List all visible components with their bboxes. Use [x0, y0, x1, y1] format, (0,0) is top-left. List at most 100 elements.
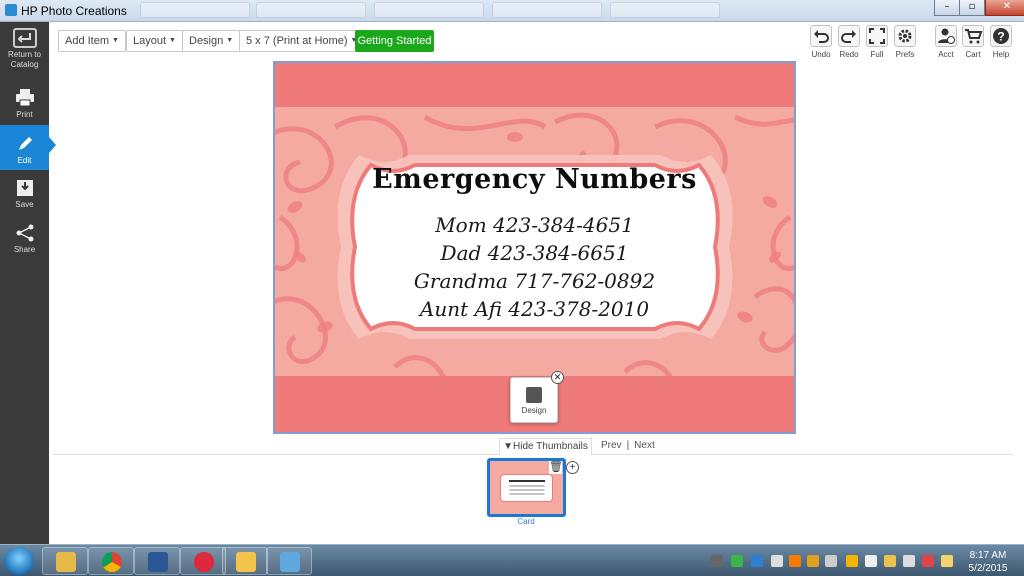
tray-icon[interactable]: [807, 555, 819, 567]
tray-icon[interactable]: [825, 555, 837, 567]
taskbar: 8:17 AM 5/2/2015: [0, 544, 1024, 576]
pencil-icon: [18, 137, 32, 150]
account-icon: [935, 25, 957, 47]
chevron-down-icon: ▼: [169, 37, 176, 45]
start-button[interactable]: [4, 547, 34, 575]
tray-icon[interactable]: [751, 555, 763, 567]
sidebar-item-label: Edit: [17, 156, 32, 165]
design-popup[interactable]: Design ✕: [510, 371, 564, 423]
layout-dropdown[interactable]: Layout ▼: [126, 30, 183, 52]
fullscreen-label: Full: [870, 50, 884, 59]
thumbnail-preview: [500, 474, 553, 502]
pager-separator: |: [626, 440, 630, 451]
app-icon: [5, 4, 17, 16]
background-tab[interactable]: [610, 2, 720, 18]
sidebar-item-edit[interactable]: Edit: [0, 125, 56, 170]
contact-line: Grandma 717-762-0892: [413, 269, 656, 293]
taskbar-itunes[interactable]: [180, 547, 226, 575]
background-tab[interactable]: [374, 2, 484, 18]
fullscreen-button[interactable]: Full: [864, 25, 890, 59]
sidebar-item-print[interactable]: Print: [0, 84, 49, 124]
prefs-label: Prefs: [895, 50, 915, 59]
mail-icon: [236, 552, 256, 572]
trash-icon[interactable]: 🗑: [549, 461, 563, 474]
taskbar-mail[interactable]: [222, 547, 268, 575]
prefs-button[interactable]: Prefs: [892, 25, 918, 59]
background-tab[interactable]: [140, 2, 250, 18]
pager: Prev | Next: [601, 440, 655, 451]
chevron-down-icon: ▼: [226, 37, 234, 45]
sidebar-item-label: Return to: [8, 50, 41, 59]
tray-icon[interactable]: [884, 555, 896, 567]
close-icon[interactable]: ✕: [551, 371, 564, 384]
sidebar-item-return-to-catalog[interactable]: Return to Catalog: [0, 28, 49, 78]
hide-thumbnails-tab[interactable]: ▼Hide Thumbnails: [499, 438, 592, 455]
help-label: Help: [992, 50, 1010, 59]
redo-icon: [838, 25, 860, 47]
tray-icon[interactable]: [846, 555, 858, 567]
return-icon: [12, 28, 37, 48]
redo-button[interactable]: Redo: [836, 25, 862, 59]
undo-icon: [810, 25, 832, 47]
background-tab[interactable]: [256, 2, 366, 18]
taskbar-chrome[interactable]: [88, 547, 134, 575]
taskbar-photo[interactable]: [266, 547, 312, 575]
printer-icon[interactable]: [903, 555, 915, 567]
thumbnail-label: Card: [517, 517, 535, 526]
gear-icon: [894, 25, 916, 47]
sidebar-item-label: Share: [13, 245, 36, 254]
prev-link[interactable]: Prev: [601, 440, 622, 451]
next-link[interactable]: Next: [634, 440, 655, 451]
sidebar-item-label: Save: [15, 200, 34, 209]
clock-date: 5/2/2015: [968, 563, 1008, 574]
tray-icon[interactable]: [711, 555, 723, 567]
account-label: Acct: [938, 50, 954, 59]
close-button[interactable]: ✕: [985, 0, 1024, 16]
tray-icon[interactable]: [789, 555, 801, 567]
cart-button[interactable]: Cart: [960, 25, 986, 59]
cart-label: Cart: [965, 50, 981, 59]
app-window: HP Photo Creations – ▫ ✕ Return to Catal…: [0, 0, 1024, 576]
sidebar: Return to Catalog Print Edit Save Share: [0, 22, 56, 544]
tray-icon[interactable]: [771, 555, 783, 567]
svg-text:?: ?: [997, 30, 1004, 44]
dice-icon: [526, 387, 542, 403]
design-dropdown[interactable]: Design ▼: [182, 30, 241, 52]
add-page-icon[interactable]: +: [566, 461, 579, 474]
maximize-button[interactable]: ▫: [959, 0, 985, 16]
sidebar-item-label: Catalog: [10, 60, 39, 69]
add-item-label: Add Item: [65, 35, 110, 47]
size-label: 5 x 7 (Print at Home): [246, 35, 348, 47]
design-popup-label: Design: [521, 406, 547, 415]
word-icon: [148, 552, 168, 572]
undo-button[interactable]: Undo: [808, 25, 834, 59]
undo-label: Undo: [811, 50, 831, 59]
design-label: Design: [189, 35, 224, 47]
cart-icon: [962, 25, 984, 47]
getting-started-button[interactable]: Getting Started: [355, 30, 434, 52]
taskbar-explorer[interactable]: [42, 547, 88, 575]
account-button[interactable]: Acct: [933, 25, 959, 59]
background-tab[interactable]: [492, 2, 602, 18]
tray-icon[interactable]: [922, 555, 934, 567]
mail-icon[interactable]: [941, 555, 953, 567]
title-bar: HP Photo Creations – ▫ ✕: [0, 0, 1024, 22]
layout-label: Layout: [133, 35, 167, 47]
taskbar-clock[interactable]: 8:17 AM 5/2/2015: [962, 549, 1014, 575]
tray-icon[interactable]: [731, 555, 743, 567]
sidebar-item-save[interactable]: Save: [0, 174, 49, 214]
fullscreen-icon: [866, 25, 888, 47]
minimize-button[interactable]: –: [934, 0, 960, 16]
window-title: HP Photo Creations: [21, 4, 127, 18]
card-top-band: [275, 63, 794, 107]
card-text[interactable]: Mom 423-384-4651 Dad 423-384-6651 Grandm…: [275, 211, 794, 323]
volume-icon[interactable]: [865, 555, 877, 567]
help-button[interactable]: ? Help: [988, 25, 1014, 59]
folder-icon: [56, 552, 76, 572]
taskbar-word[interactable]: [134, 547, 180, 575]
itunes-icon: [194, 552, 214, 572]
size-dropdown[interactable]: 5 x 7 (Print at Home) ▼: [239, 30, 365, 52]
card-title[interactable]: Emergency Numbers: [275, 164, 794, 195]
add-item-dropdown[interactable]: Add Item ▼: [58, 30, 126, 52]
sidebar-item-share[interactable]: Share: [0, 219, 49, 259]
